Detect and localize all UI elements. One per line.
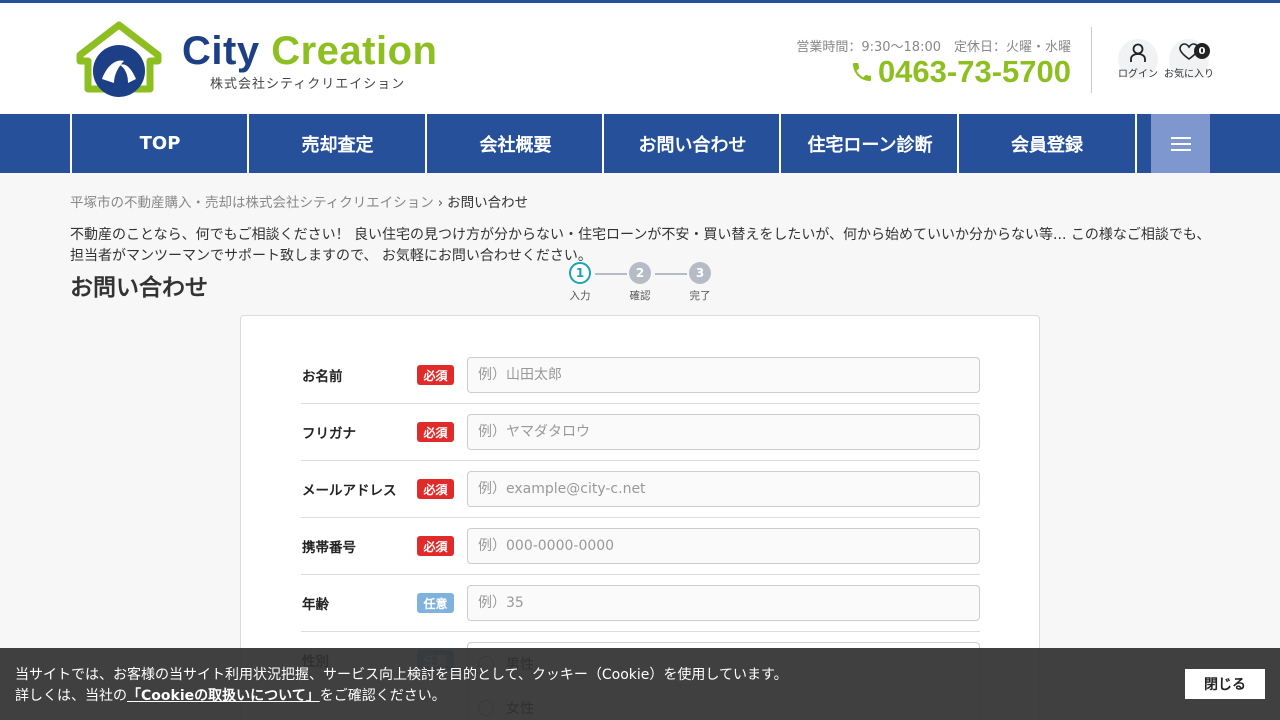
logo-word-creation: Creation [271,29,438,73]
phone-icon [852,63,871,81]
step-input: 1 入力 [569,262,591,303]
nav-item-loan-diagnosis[interactable]: 住宅ローン診断 [779,114,959,173]
favorites-count-badge: 0 [1194,43,1210,59]
cookie-text-prefix: 詳しくは、当社の [15,688,127,704]
field-label-email: メールアドレス [302,483,397,499]
step-connector [655,273,687,275]
cookie-policy-link[interactable]: 「Cookieの取扱いについて」 [127,688,320,704]
nav-item-contact[interactable]: お問い合わせ [602,114,781,173]
required-badge: 必須 [417,365,454,385]
furigana-input[interactable] [467,414,980,450]
form-row-mobile: 携帯番号 必須 [301,518,980,575]
header-divider [1091,27,1092,93]
business-hours: 営業時間：9:30～18:00 定休日：火曜・水曜 [796,40,1071,55]
page-title: お問い合わせ [70,275,208,301]
nav-item-company[interactable]: 会社概要 [425,114,604,173]
step-label: 完了 [689,290,711,302]
progress-steps: 1 入力 2 確認 3 完了 [568,262,718,304]
mobile-input[interactable] [467,528,980,564]
logo-subtitle: 株式会社シティクリエイション [210,77,406,92]
form-row-name: お名前 必須 [301,347,980,404]
hamburger-icon [1170,136,1191,151]
nav-item-sale-assessment[interactable]: 売却査定 [247,114,426,173]
nav-item-top[interactable]: TOP [70,114,248,173]
step-complete: 3 完了 [689,262,711,303]
step-label: 確認 [629,290,651,302]
required-badge: 必須 [417,479,454,499]
logo-word-city: City [182,29,260,73]
login-label: ログイン [1118,69,1158,80]
step-number: 3 [689,262,711,284]
step-number: 2 [629,262,651,284]
step-label: 入力 [569,290,591,302]
phone-number[interactable]: 0463-73-5700 [850,54,1071,90]
step-number: 1 [569,262,591,284]
cookie-banner: 当サイトでは、お客様の当サイト利用状況把握、サービス向上検討を目的として、クッキ… [0,648,1280,720]
breadcrumb-current: お問い合わせ [447,195,529,211]
breadcrumb-separator: › [437,195,444,211]
field-label-name: お名前 [302,369,343,385]
field-label-mobile: 携帯番号 [302,540,356,556]
step-confirm: 2 確認 [629,262,651,303]
user-icon [1130,43,1146,62]
favorites-label: お気に入り [1164,69,1214,80]
main-nav: TOP 売却査定 会社概要 お問い合わせ 住宅ローン診断 会員登録 [0,114,1280,173]
site-logo[interactable]: City Creation 株式会社シティクリエイション [74,21,437,99]
logo-house-icon [76,21,162,97]
hamburger-menu-button[interactable] [1151,114,1210,173]
breadcrumb-home-link[interactable]: 平塚市の不動産購入・売却は株式会社シティクリエイション [70,195,434,211]
form-row-age: 年齢 任意 [301,575,980,632]
optional-badge: 任意 [417,593,454,613]
cookie-text-line1: 当サイトでは、お客様の当サイト利用状況把握、サービス向上検討を目的として、クッキ… [15,667,788,683]
form-row-furigana: フリガナ 必須 [301,404,980,461]
favorites-button[interactable]: 0 お気に入り [1162,39,1216,80]
field-label-furigana: フリガナ [302,426,356,442]
nav-item-member-registration[interactable]: 会員登録 [957,114,1137,173]
phone-number-text: 0463-73-5700 [877,54,1071,89]
field-label-age: 年齢 [302,597,329,613]
cookie-text-suffix: をご確認ください。 [319,688,446,704]
email-input[interactable] [467,471,980,507]
step-connector [595,273,627,275]
age-input[interactable] [467,585,980,621]
login-button[interactable]: ログイン [1111,39,1165,80]
cookie-close-button[interactable]: 閉じる [1185,669,1265,699]
required-badge: 必須 [417,536,454,556]
site-header: City Creation 株式会社シティクリエイション 営業時間：9:30～1… [0,3,1280,114]
required-badge: 必須 [417,422,454,442]
form-row-email: メールアドレス 必須 [301,461,980,518]
cookie-text-line2: 詳しくは、当社の「Cookieの取扱いについて」をご確認ください。 [15,685,446,705]
breadcrumb: 平塚市の不動産購入・売却は株式会社シティクリエイション › お問い合わせ [70,191,528,211]
logo-wordmark: City Creation [182,29,437,74]
name-input[interactable] [467,357,980,393]
intro-text: 不動産のことなら、何でもご相談ください！ 良い住宅の見つけ方が分からない・住宅ロ… [70,227,1211,264]
